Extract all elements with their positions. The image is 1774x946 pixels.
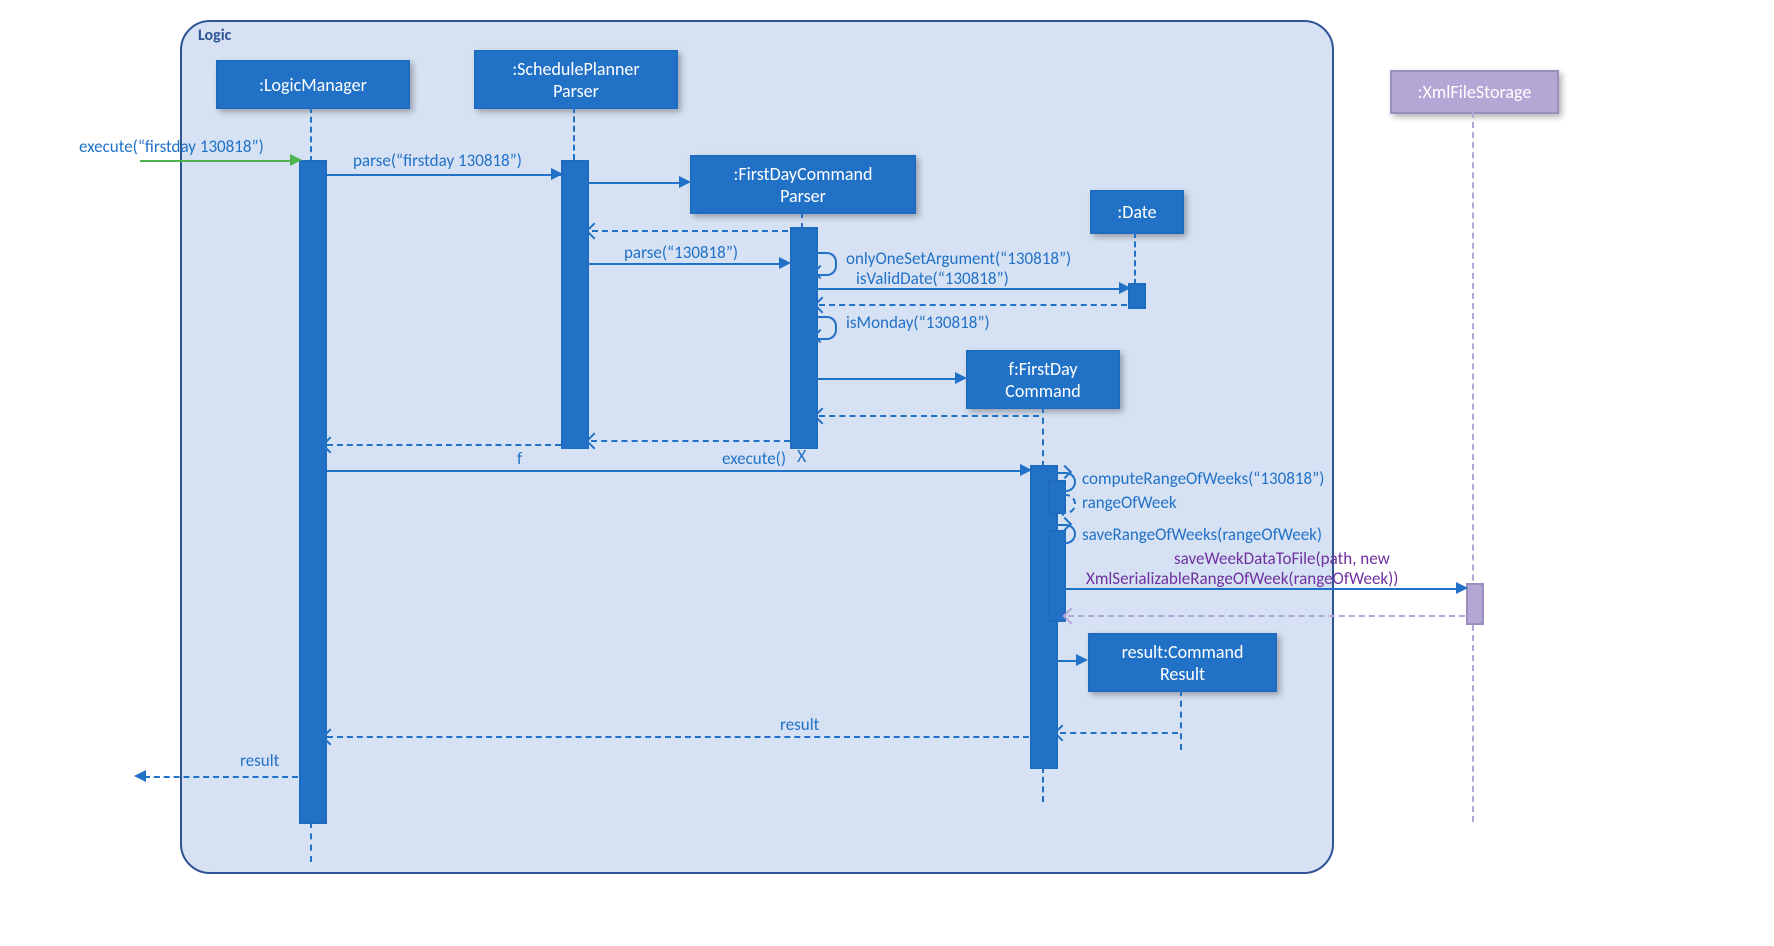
label-compute: computeRangeOfWeeks(“130818”)	[1082, 468, 1324, 489]
arrow-parse2	[587, 263, 787, 265]
logic-package-frame	[180, 20, 1334, 874]
arrow-result-out	[144, 776, 298, 778]
label-ismonday: isMonday(“130818”)	[846, 312, 990, 333]
arrow-result-out-head	[134, 770, 146, 782]
package-label: Logic	[198, 26, 231, 45]
fdc-lifeline-dash-bot	[1042, 767, 1044, 802]
arrow-create-fdc-ret	[819, 415, 1039, 417]
xfs-activation	[1466, 583, 1484, 625]
arrow-execute	[324, 470, 1028, 472]
arrow-savefile-head	[1456, 582, 1468, 594]
xmlfilestorage-lifeline: :XmlFileStorage	[1390, 70, 1559, 114]
lm-lifeline-dash-bot	[310, 822, 312, 862]
label-execute-in: execute(“firstday 130818”)	[79, 136, 264, 157]
label-onlyone: onlyOneSetArgument(“130818”)	[846, 248, 1071, 269]
sequence-diagram: Logic :LogicManager :SchedulePlanner Par…	[20, 20, 1540, 890]
label-savefile2: XmlSerializableRangeOfWeek(rangeOfWeek))	[1086, 568, 1398, 589]
scheduleplannerparser-lifeline: :SchedulePlanner Parser	[474, 50, 678, 109]
arrow-ret-fdcp-create	[592, 230, 788, 232]
lm-activation	[299, 160, 327, 824]
arrow-isvalid-head	[1119, 282, 1131, 294]
label-savefile1: saveWeekDataToFile(path, new	[1174, 548, 1390, 569]
logicmanager-lifeline: :LogicManager	[216, 60, 410, 109]
arrow-execute-in	[140, 160, 298, 162]
arrow-create-fdc	[815, 378, 963, 380]
commandresult-lifeline: result:Command Result	[1088, 633, 1277, 692]
arrow-create-fdcp-head	[679, 176, 691, 188]
arrow-execute-in-head	[290, 154, 302, 166]
cr-lifeline-dash	[1180, 690, 1182, 750]
label-f: f	[517, 448, 522, 469]
label-save: saveRangeOfWeeks(rangeOfWeek)	[1082, 524, 1322, 545]
firstdaycommand-lifeline: f:FirstDay Command	[966, 350, 1120, 409]
arrow-create-cr-head	[1076, 654, 1088, 666]
arrow-savefile-ret	[1068, 615, 1465, 617]
arrow-parse1-head	[551, 168, 563, 180]
arrow-parse2-head	[779, 257, 791, 269]
arrow-parse1	[324, 174, 561, 176]
arrow-cr-ret	[1060, 732, 1178, 734]
arrow-execute-head	[1020, 464, 1032, 476]
xfs-lifeline-dash	[1472, 112, 1474, 822]
fdcp-destroy-x: X	[797, 445, 806, 467]
label-isvalid: isValidDate(“130818”)	[856, 268, 1009, 289]
date-lifeline: :Date	[1090, 190, 1184, 234]
arrow-f-ret	[327, 444, 561, 446]
lm-lifeline-dash	[310, 107, 312, 162]
label-execute: execute()	[722, 448, 786, 469]
spp-activation	[561, 160, 589, 449]
label-result: result	[780, 714, 819, 735]
label-result-out: result	[240, 750, 279, 771]
arrow-create-fdcp	[587, 182, 687, 184]
firstdaycommandparser-lifeline: :FirstDayCommand Parser	[690, 155, 916, 214]
date-lifeline-dash	[1134, 232, 1136, 285]
label-range-ret: rangeOfWeek	[1082, 492, 1177, 513]
spp-lifeline-dash	[573, 107, 575, 160]
arrow-fdcp-ret-spp	[591, 440, 790, 442]
arrow-result	[327, 736, 1029, 738]
label-parse2: parse(“130818”)	[624, 242, 738, 263]
fdc-lifeline-dash-top	[1042, 407, 1044, 467]
arrow-create-fdc-head	[955, 372, 967, 384]
arrow-isvalid-ret	[819, 304, 1127, 306]
label-parse1: parse(“firstday 130818”)	[353, 150, 522, 171]
